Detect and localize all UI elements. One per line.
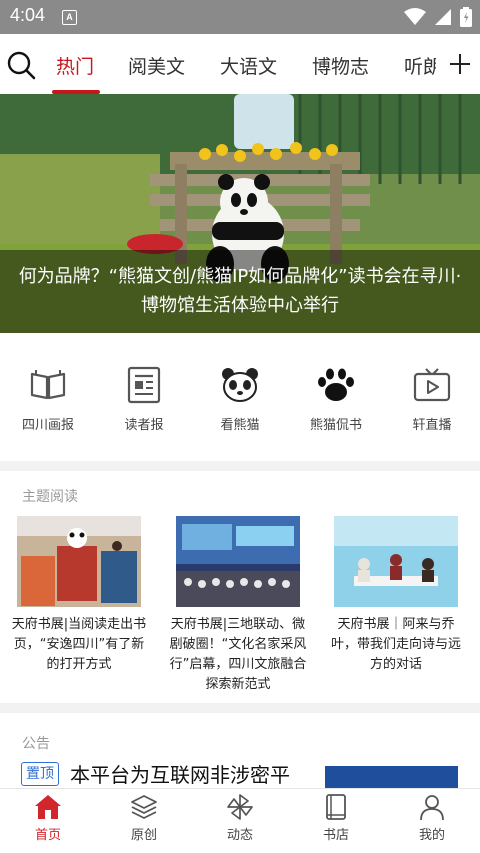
topic-card-image — [334, 516, 458, 607]
banner-caption-line1: 何为品牌？“熊猫文创/熊猫IP如何品牌化”读书会在寻川· — [18, 266, 462, 287]
topic-reading-section: 主题阅读 天府书展|当阅读走出书页，“安逸四川”有了新的打开方式 天府书展|三地… — [0, 471, 480, 703]
topic-card-text: 天府书展|三地联动、微剧破圈！“文化名家采风行”启幕，四川文旅融合探索新范式 — [169, 617, 307, 692]
tab-bowuzhi[interactable]: 博物志 — [312, 52, 369, 79]
notice-headline[interactable]: 本平台为互联网非涉密平 — [70, 759, 290, 788]
notification-a-icon: A — [62, 10, 77, 25]
quick-link-label: 轩直播 — [412, 418, 452, 433]
search-icon[interactable] — [6, 50, 36, 80]
signal-icon — [435, 9, 451, 25]
tab-dayuwen[interactable]: 大语文 — [220, 52, 277, 79]
banner-caption-line2: 博物馆生活体验中心举行 — [141, 295, 339, 316]
section-title: 主题阅读 — [22, 489, 78, 505]
notice-section-title: 公告 — [22, 736, 50, 752]
status-bar: 4:04 A — [0, 0, 480, 34]
headline-banner[interactable]: 何为品牌？“熊猫文创/熊猫IP如何品牌化”读书会在寻川· 博物馆生活体验中心举行 — [0, 94, 480, 333]
tab-tinglang[interactable]: 听朗 — [404, 52, 436, 79]
wifi-icon — [404, 8, 426, 25]
notice-thumbnail[interactable] — [325, 766, 458, 788]
newspaper-icon — [127, 366, 161, 404]
nav-mine[interactable]: 我的 — [384, 793, 480, 843]
layers-icon — [131, 795, 157, 819]
topic-card-image — [176, 516, 300, 607]
tab-hot[interactable]: 热门 — [56, 52, 94, 79]
tab-meiwen[interactable]: 阅美文 — [128, 52, 185, 79]
paw-icon — [318, 368, 354, 401]
quick-link-label: 看熊猫 — [220, 418, 260, 433]
topic-card-text: 天府书展｜阿来与乔叶，带我们走向诗与远方的对话 — [330, 617, 461, 672]
topic-card[interactable]: 天府书展|当阅读走出书页，“安逸四川”有了新的打开方式 — [9, 516, 149, 675]
quick-link-label: 读者报 — [124, 418, 164, 433]
topic-card[interactable]: 天府书展|三地联动、微剧破圈！“文化名家采风行”启幕，四川文旅融合探索新范式 — [168, 516, 308, 695]
topic-card-image — [17, 516, 141, 607]
book-icon — [326, 794, 346, 820]
status-icons — [404, 6, 472, 28]
nav-original[interactable]: 原创 — [96, 793, 192, 843]
quick-link-label: 熊猫侃书 — [309, 418, 362, 433]
topic-card-text: 天府书展|当阅读走出书页，“安逸四川”有了新的打开方式 — [11, 617, 147, 672]
battery-icon — [460, 7, 472, 27]
banner-caption: 何为品牌？“熊猫文创/熊猫IP如何品牌化”读书会在寻川· 博物馆生活体验中心举行 — [0, 250, 480, 333]
nav-bookstore[interactable]: 书店 — [288, 793, 384, 843]
channel-tabs: 热门 阅美文 大语文 博物志 听朗 — [46, 34, 436, 94]
quick-link-live[interactable]: 轩直播 — [384, 361, 480, 433]
nav-label: 动态 — [226, 828, 253, 843]
nav-home[interactable]: 首页 — [0, 793, 96, 843]
tv-play-icon — [413, 368, 451, 402]
bottom-nav: 首页 原创 动态 书店 我的 — [0, 788, 480, 853]
user-icon — [420, 795, 444, 821]
nav-label: 原创 — [130, 828, 157, 843]
quick-link-sichuan-pictorial[interactable]: 四川画报 — [0, 361, 96, 433]
open-book-icon — [30, 370, 66, 400]
quick-link-panda-talk-books[interactable]: 熊猫侃书 — [288, 361, 384, 433]
nav-label: 书店 — [322, 828, 349, 843]
pinned-badge: 置顶 — [21, 762, 59, 786]
quick-link-label: 四川画报 — [21, 418, 74, 433]
add-channel-icon[interactable] — [446, 48, 474, 80]
home-icon — [35, 795, 61, 819]
top-nav: 热门 阅美文 大语文 博物志 听朗 — [0, 34, 480, 94]
quick-links: 四川画报 读者报 看熊猫 熊猫侃书 轩直播 — [0, 333, 480, 461]
notice-section: 公告 置顶 本平台为互联网非涉密平 — [0, 713, 480, 788]
pinwheel-icon — [227, 794, 253, 820]
panda-face-icon — [222, 368, 258, 402]
topic-card[interactable]: 天府书展｜阿来与乔叶，带我们走向诗与远方的对话 — [326, 516, 466, 675]
status-time: 4:04 — [10, 5, 46, 25]
nav-label: 首页 — [34, 828, 61, 843]
nav-label: 我的 — [418, 828, 445, 843]
quick-link-readers-paper[interactable]: 读者报 — [96, 361, 192, 433]
nav-dynamic[interactable]: 动态 — [192, 793, 288, 843]
quick-link-watch-panda[interactable]: 看熊猫 — [192, 361, 288, 433]
